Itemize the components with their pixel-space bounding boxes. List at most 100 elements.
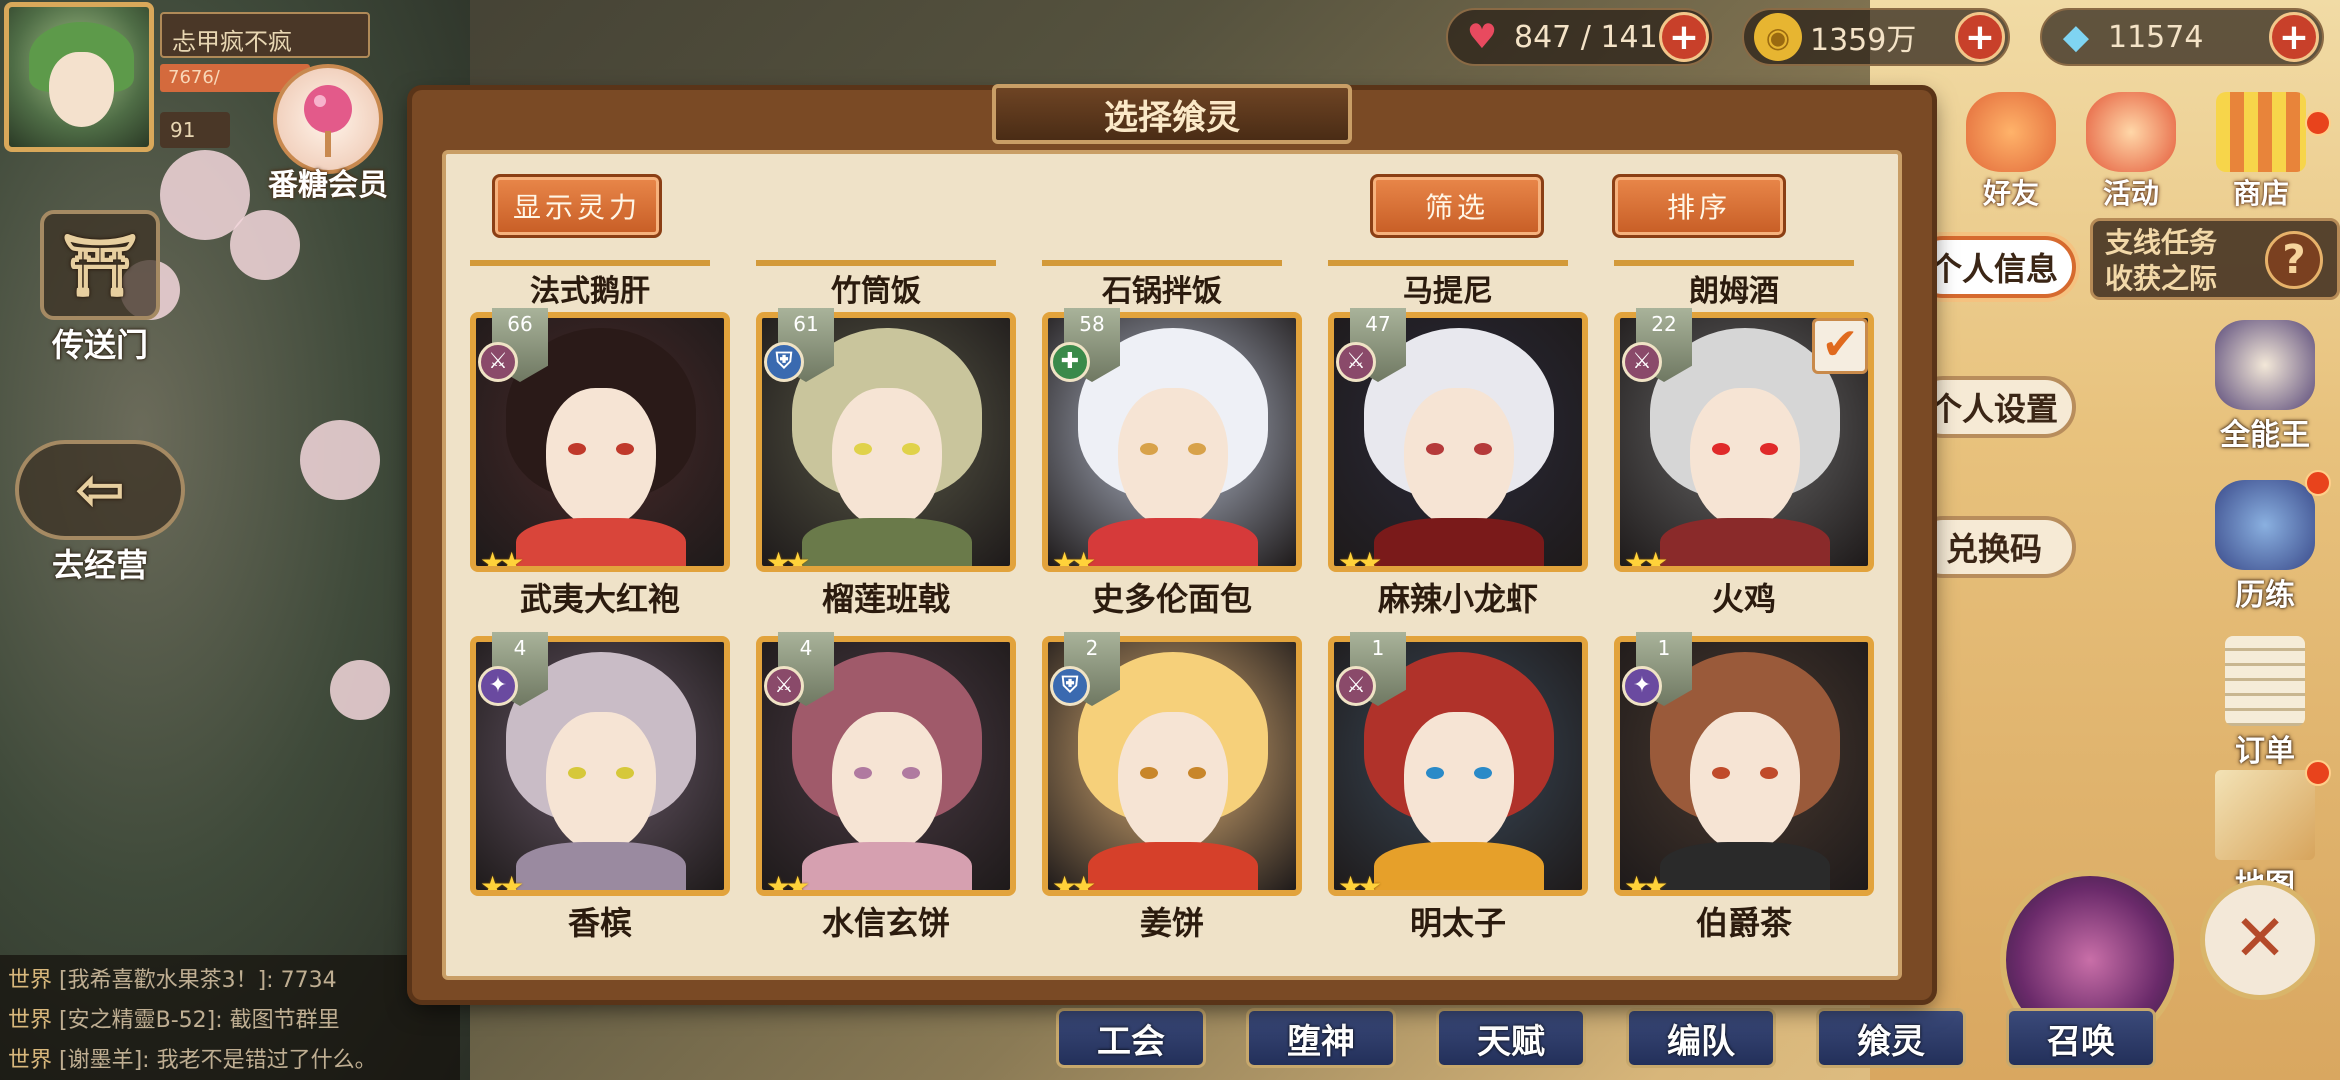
personal-settings-button[interactable]: 个人设置 — [1912, 376, 2076, 438]
add-stamina-button[interactable]: + — [1659, 12, 1709, 62]
help-icon[interactable]: ? — [2265, 231, 2323, 289]
add-crystal-button[interactable]: + — [2269, 12, 2319, 62]
card-name: 榴莲班戟 — [821, 580, 950, 618]
card-name: 火鸡 — [1711, 580, 1776, 618]
food-soul-card[interactable]: ★★ 47 ⚔ 麻辣小龙虾 — [1328, 308, 1588, 622]
portrait-outfit — [802, 842, 972, 890]
filter-button[interactable]: 筛选 — [1370, 174, 1544, 238]
food-soul-card[interactable]: ★★ 1 ⚔ 明太子 — [1328, 632, 1588, 946]
food-soul-card[interactable]: ★★ 22 ⚔ ✔ 火鸡 — [1614, 308, 1874, 622]
dining-utensils-icon[interactable]: ✕ — [2200, 880, 2320, 1000]
sort-button[interactable]: 排序 — [1612, 174, 1786, 238]
food-soul-card[interactable]: ★★ 1 ✦ 伯爵茶 — [1614, 632, 1874, 946]
coin-value: 1359万 — [1810, 23, 1917, 58]
class-icon: ✦ — [1622, 666, 1662, 706]
add-coin-button[interactable]: + — [1955, 12, 2005, 62]
notification-dot — [2305, 760, 2331, 786]
star-rating: ★★ — [480, 870, 524, 896]
redeem-code-button[interactable]: 兑换码 — [1912, 516, 2076, 578]
portrait-eye — [902, 443, 920, 455]
partial-row-names: 法式鹅肝 竹筒饭 石锅拌饭 马提尼 朗姆酒 — [460, 250, 1870, 309]
portrait-face — [1118, 712, 1228, 852]
star-rating: ★★ — [1338, 546, 1382, 572]
portrait-outfit — [802, 518, 972, 566]
food-soul-card[interactable]: ★★ 61 ⛨ 榴莲班戟 — [756, 308, 1016, 622]
portrait-face — [1690, 388, 1800, 528]
food-soul-card[interactable]: ★★ 58 ✚ 史多伦面包 — [1042, 308, 1302, 622]
world-chat-panel[interactable]: 世界 [我希喜歡水果茶3！]: 7734 世界 [安之精靈B-52]: 截图节群… — [0, 955, 460, 1080]
crystal-resource: ◆ 11574 + — [2040, 8, 2324, 66]
candy-member-button[interactable]: 番糖会员 — [268, 64, 388, 214]
food-soul-card[interactable]: ★★ 4 ✦ 香槟 — [470, 632, 730, 946]
coin-icon: ◉ — [1754, 13, 1802, 61]
star-rating: ★★ — [1052, 870, 1096, 896]
food-soul-card[interactable]: ★★ 66 ⚔ 武夷大红袍 — [470, 308, 730, 622]
food-soul-card[interactable]: ★★ 4 ⚔ 水信玄饼 — [756, 632, 1016, 946]
portrait-eye — [1712, 443, 1730, 455]
notification-dot — [2305, 470, 2331, 496]
star-rating: ★★ — [1052, 546, 1096, 572]
class-icon: ⛨ — [764, 342, 804, 382]
portrait-face — [1690, 712, 1800, 852]
portrait-eye — [1140, 767, 1158, 779]
player-avatar[interactable] — [4, 2, 154, 152]
show-power-button[interactable]: 显示灵力 — [492, 174, 662, 238]
blossom-decoration — [330, 660, 390, 720]
avatar-face — [49, 52, 114, 127]
portrait-outfit — [1374, 518, 1544, 566]
portrait-eye — [1140, 443, 1158, 455]
portrait-eye — [1188, 767, 1206, 779]
food-soul-card[interactable]: ★★ 2 ⛨ 姜饼 — [1042, 632, 1302, 946]
class-icon: ⛨ — [1050, 666, 1090, 706]
map-icon — [2215, 770, 2315, 860]
tab-summon[interactable]: 召唤 — [2006, 1008, 2156, 1068]
card-name: 明太子 — [1409, 904, 1506, 942]
all-star-icon — [2215, 320, 2315, 410]
portrait-outfit — [1660, 842, 1830, 890]
class-icon: ⚔ — [764, 666, 804, 706]
training-label: 历练 — [2235, 578, 2295, 613]
card-name: 姜饼 — [1139, 904, 1204, 942]
back-arrow-icon: ⇦ — [15, 440, 185, 540]
card-name: 武夷大红袍 — [519, 580, 680, 618]
portrait-face — [1118, 388, 1228, 528]
card-name: 水信玄饼 — [821, 904, 950, 942]
portrait-eye — [1760, 767, 1778, 779]
go-business-button[interactable]: ⇦ 去经营 — [10, 440, 190, 586]
personal-info-button[interactable]: 个人信息 — [1912, 236, 2076, 298]
star-rating: ★★ — [480, 546, 524, 572]
blossom-decoration — [300, 420, 380, 500]
star-rating: ★★ — [766, 546, 810, 572]
stamina-value: 847 / 141 — [1514, 19, 1658, 55]
friends-button[interactable]: 好友 — [1956, 92, 2066, 212]
portrait-outfit — [1088, 518, 1258, 566]
portal-button[interactable]: ⛩ 传送门 — [30, 210, 170, 366]
class-icon: ⚔ — [1622, 342, 1662, 382]
shop-button[interactable]: 商店 — [2206, 92, 2316, 212]
class-icon: ✦ — [478, 666, 518, 706]
card-name-partial: 法式鹅肝 — [470, 260, 710, 309]
portrait-face — [546, 388, 656, 528]
portrait-outfit — [516, 842, 686, 890]
player-level: 91 — [160, 112, 230, 148]
portrait-eye — [902, 767, 920, 779]
blossom-decoration — [230, 210, 300, 280]
order-list-icon — [2225, 636, 2305, 726]
side-quest-panel[interactable]: 支线任务 收获之际 ? — [2090, 218, 2340, 300]
event-button[interactable]: 活动 — [2076, 92, 2186, 212]
chat-line: 世界 [谢墨羊]: 我老不是错过了什么。 — [8, 1048, 377, 1073]
portrait-eye — [1426, 443, 1444, 455]
food-soul-grid: 法式鹅肝 竹筒饭 石锅拌饭 马提尼 朗姆酒 ★★ 66 ⚔ 武夷大红袍 ★★ 6… — [460, 250, 1874, 1050]
friends-label: 好友 — [1982, 177, 2039, 210]
training-button[interactable]: 历练 — [2200, 480, 2330, 614]
card-name: 伯爵茶 — [1695, 904, 1792, 942]
chat-line: 世界 [安之精靈B-52]: 截图节群里 — [8, 1008, 340, 1033]
event-icon — [2086, 92, 2176, 172]
crystal-icon: ◆ — [2062, 17, 2090, 57]
orders-button[interactable]: 订单 — [2200, 636, 2330, 770]
all-star-button[interactable]: 全能王 — [2200, 320, 2330, 454]
card-name-partial: 马提尼 — [1328, 260, 1568, 309]
card-name-partial: 石锅拌饭 — [1042, 260, 1282, 309]
portrait-eye — [1426, 767, 1444, 779]
select-food-soul-dialog: 选择飨灵 显示灵力 筛选 排序 法式鹅肝 竹筒饭 石锅拌饭 马提尼 朗姆酒 ★★ — [412, 84, 1932, 1000]
